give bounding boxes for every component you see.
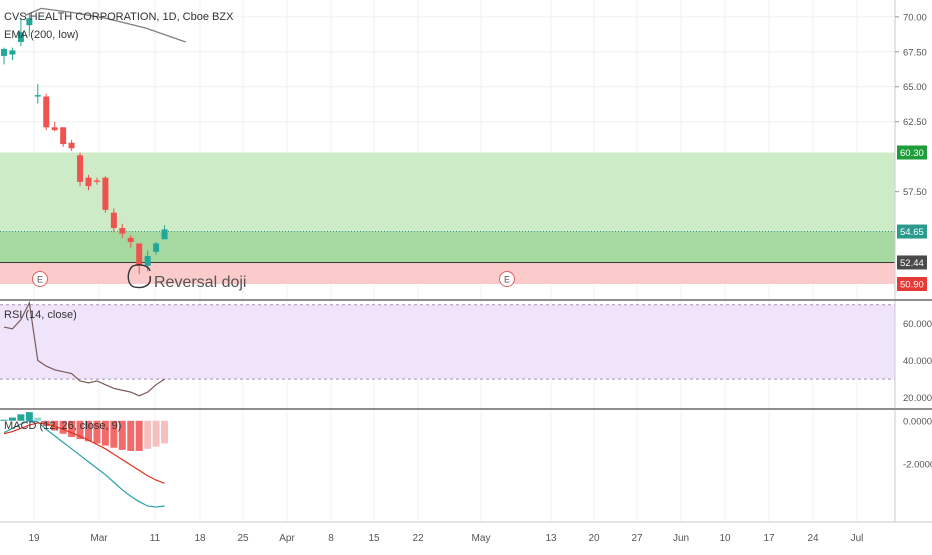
- macd-legend[interactable]: MACD (12, 26, close, 9): [4, 420, 121, 433]
- time-axis[interactable]: 19 Mar 11 18 25 Apr 8 15 22 May 13 20 27 Jun 10 17 24 Jul: [0, 521, 932, 544]
- macd-histogram-bar: [144, 420, 152, 449]
- candle-body: [51, 127, 58, 131]
- candle-body: [144, 256, 151, 266]
- position-zones: [0, 152, 895, 285]
- candle-body: [77, 155, 84, 182]
- time-tick-label: Jun: [673, 533, 689, 544]
- candle-body: [85, 177, 92, 187]
- open-profit-zone: [0, 231, 895, 263]
- time-tick-label: 10: [719, 533, 731, 544]
- earnings-marker-label: E: [37, 275, 43, 285]
- candle-body: [1, 48, 7, 56]
- candle-body: [119, 228, 126, 234]
- time-tick-label: Jul: [851, 533, 864, 544]
- price-axis[interactable]: 70.00 67.50 65.00 62.50 57.50 60.30 54.65 52.44…: [894, 0, 932, 522]
- rsi-band: [0, 304, 895, 380]
- time-tick-label: 8: [328, 533, 334, 544]
- price-tick-label: 62.50: [903, 117, 927, 128]
- last-price-badge: 54.65: [900, 227, 924, 238]
- candle-body: [153, 243, 160, 252]
- price-tick-label: 70.00: [903, 12, 927, 23]
- price-tick-label: 65.00: [903, 82, 927, 93]
- time-tick-label: 19: [28, 533, 40, 544]
- time-tick-label: 22: [412, 533, 424, 544]
- macd-histogram-bar: [127, 420, 135, 451]
- time-tick-label: 13: [545, 533, 557, 544]
- time-tick-label: 25: [237, 533, 249, 544]
- rsi-layer: [0, 300, 895, 397]
- time-tick-label: 15: [368, 533, 380, 544]
- time-tick-label: 18: [194, 533, 206, 544]
- candle-body: [60, 127, 67, 145]
- time-tick-label: Mar: [90, 533, 108, 544]
- macd-histogram-bar: [135, 420, 143, 451]
- time-tick-label: 20: [588, 533, 600, 544]
- rsi-axis-label: 60.0000: [903, 319, 932, 330]
- candle-body: [127, 237, 134, 243]
- time-tick-label: 27: [631, 533, 643, 544]
- entry-price-badge: 52.44: [900, 258, 924, 269]
- candle-body: [43, 96, 50, 128]
- candle-body: [9, 50, 16, 55]
- earnings-marker-label: E: [504, 275, 510, 285]
- annotation-text: Reversal doji: [154, 274, 246, 291]
- price-tick-label: 67.50: [903, 47, 927, 58]
- macd-axis-label: 0.0000: [903, 416, 932, 427]
- rsi-axis-label: 40.0000: [903, 356, 932, 367]
- time-tick-label: Apr: [279, 533, 295, 544]
- time-tick-label: 11: [150, 533, 161, 544]
- target-price-badge: 60.30: [900, 148, 924, 159]
- candle-body: [102, 177, 109, 210]
- macd-histogram-bar: [152, 420, 160, 447]
- price-tick-label: 57.50: [903, 187, 927, 198]
- chart-title[interactable]: CVS HEALTH CORPORATION, 1D, Cboe BZX: [4, 11, 233, 24]
- candle-body: [34, 95, 41, 97]
- candle-body: [136, 243, 143, 266]
- chart-canvas[interactable]: E E Reversal doji 70.00 67.50 65.00 62.50 57.5…: [0, 0, 932, 550]
- rsi-axis-label: 20.0000: [903, 393, 932, 404]
- ema-legend[interactable]: EMA (200, low): [4, 29, 79, 42]
- macd-histogram-bar: [161, 420, 169, 444]
- candle-body: [161, 229, 168, 240]
- candle-body: [93, 180, 100, 182]
- stop-price-badge: 50.90: [900, 280, 924, 291]
- rsi-legend[interactable]: RSI (14, close): [4, 309, 77, 322]
- time-tick-label: 24: [807, 533, 819, 544]
- pane-divider-rsi[interactable]: [0, 299, 932, 301]
- candle-body: [110, 212, 117, 229]
- pane-divider-macd[interactable]: [0, 408, 932, 410]
- time-tick-label: May: [472, 533, 491, 544]
- chart-root[interactable]: E E Reversal doji 70.00 67.50 65.00 62.50 57.5…: [0, 0, 932, 550]
- macd-axis-label: -2.0000: [903, 459, 932, 470]
- candle-body: [68, 142, 75, 149]
- time-tick-label: 17: [763, 533, 775, 544]
